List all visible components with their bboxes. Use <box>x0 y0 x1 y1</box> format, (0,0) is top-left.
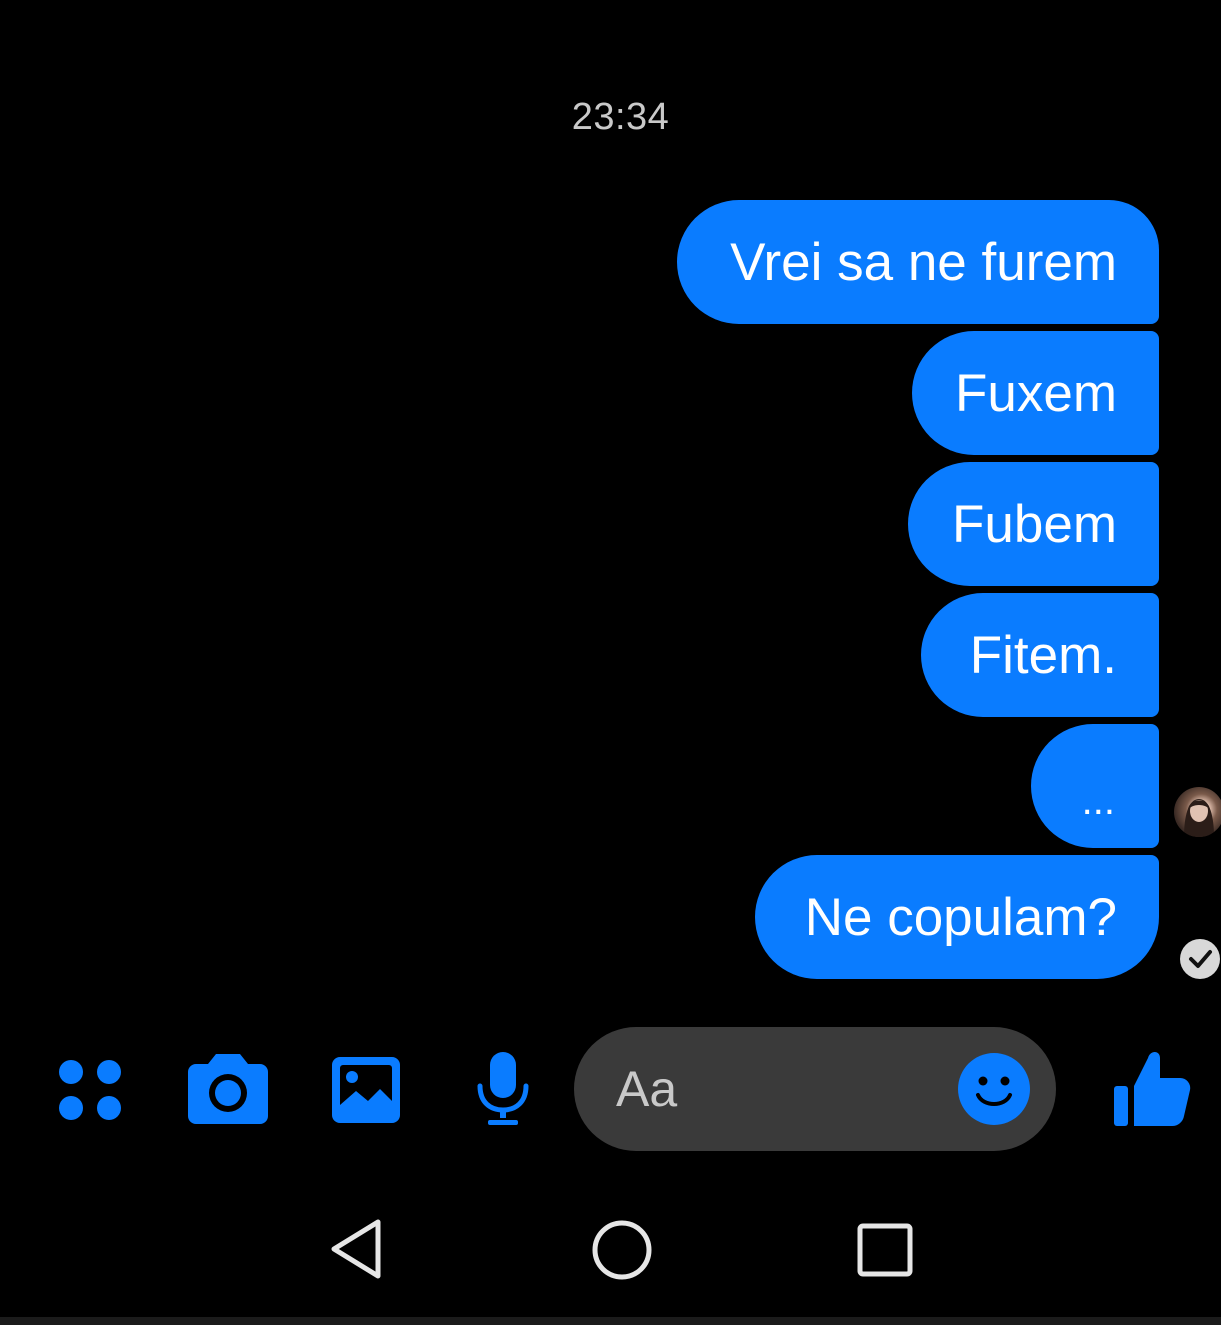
message-text: Vrei sa ne furem <box>730 232 1117 292</box>
message-bubble[interactable]: Fitem. <box>921 593 1159 717</box>
message-bubble[interactable]: Vrei sa ne furem <box>677 200 1159 324</box>
back-icon[interactable] <box>328 1218 384 1280</box>
recent-apps-icon[interactable] <box>856 1222 914 1278</box>
apps-icon[interactable] <box>56 1057 126 1123</box>
home-icon[interactable] <box>590 1218 654 1282</box>
message-text: ... <box>1081 778 1115 823</box>
microphone-icon[interactable] <box>474 1050 532 1128</box>
recipient-avatar <box>1174 787 1221 837</box>
message-text: Ne copulam? <box>804 887 1117 947</box>
message-input[interactable]: Aa <box>574 1027 1056 1151</box>
emoji-icon[interactable] <box>956 1051 1032 1127</box>
thumbs-up-icon[interactable] <box>1112 1046 1192 1128</box>
gallery-icon[interactable] <box>330 1055 402 1125</box>
message-input-placeholder: Aa <box>616 1061 678 1117</box>
message-bubble[interactable]: Ne copulam? <box>755 855 1159 979</box>
message-timestamp: 23:34 <box>571 96 670 138</box>
sent-check-icon <box>1180 939 1220 979</box>
message-text: Fubem <box>952 494 1117 554</box>
message-bubble[interactable]: ... <box>1031 724 1159 848</box>
message-text: Fuxem <box>955 363 1117 423</box>
camera-icon[interactable] <box>186 1052 270 1126</box>
bottom-edge <box>0 1317 1221 1325</box>
message-bubble[interactable]: Fubem <box>908 462 1159 586</box>
message-bubble[interactable]: Fuxem <box>912 331 1159 455</box>
message-text: Fitem. <box>969 625 1117 685</box>
